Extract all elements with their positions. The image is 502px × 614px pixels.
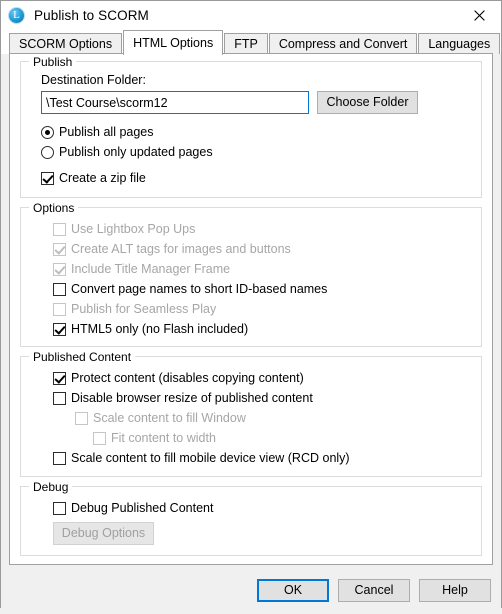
radio-publish-all-pages[interactable]: Publish all pages (41, 122, 471, 142)
radio-indicator[interactable] (41, 125, 54, 139)
checkbox-label: Protect content (disables copying conten… (71, 370, 304, 385)
checkbox-label: Scale content to fill mobile device view… (71, 450, 350, 465)
window-title: Publish to SCORM (34, 7, 149, 23)
checkbox-indicator[interactable] (53, 282, 66, 296)
checkbox-convert-page-names-to-short-id-based-names[interactable]: Convert page names to short ID-based nam… (53, 279, 471, 299)
checkbox-indicator[interactable] (53, 451, 66, 465)
checkbox-indicator (53, 242, 66, 256)
checkbox-create-a-zip-file[interactable]: Create a zip file (41, 169, 471, 187)
title-bar: Publish to SCORM (1, 1, 501, 29)
tab-scorm-options[interactable]: SCORM Options (9, 33, 123, 54)
cancel-button[interactable]: Cancel (338, 578, 410, 602)
ok-button[interactable]: OK (257, 578, 329, 602)
radio-indicator[interactable] (41, 145, 54, 159)
debug-group-legend: Debug (29, 480, 73, 494)
checkbox-label: Create ALT tags for images and buttons (71, 241, 291, 256)
tab-languages[interactable]: Languages (418, 33, 501, 54)
help-button[interactable]: Help (419, 578, 491, 602)
published-content-group: Published Content Protect content (disab… (20, 350, 482, 477)
dialog-footer: OK Cancel Help (1, 566, 501, 614)
checkbox-indicator[interactable] (41, 171, 54, 185)
checkbox-indicator (75, 411, 88, 425)
checkbox-indicator[interactable] (53, 371, 66, 385)
checkbox-label: Create a zip file (59, 170, 146, 185)
checkbox-html5-only-no-flash-included[interactable]: HTML5 only (no Flash included) (53, 319, 471, 339)
checkbox-label: Scale content to fill Window (93, 410, 246, 425)
destination-folder-row: Choose Folder (41, 91, 471, 114)
checkbox-label: Fit content to width (111, 430, 216, 445)
radio-label: Publish only updated pages (59, 144, 213, 159)
checkbox-label: Use Lightbox Pop Ups (71, 221, 196, 236)
checkbox-debug-published-content[interactable]: Debug Published Content (53, 498, 471, 518)
checkbox-include-title-manager-frame: Include Title Manager Frame (53, 259, 471, 279)
checkbox-create-alt-tags-for-images-and-buttons: Create ALT tags for images and buttons (53, 239, 471, 259)
published-content-group-legend: Published Content (29, 350, 136, 364)
checkbox-label: HTML5 only (no Flash included) (71, 321, 249, 336)
checkbox-indicator (53, 302, 66, 316)
checkbox-protect-content[interactable]: Protect content (disables copying conten… (53, 368, 471, 388)
destination-folder-input[interactable] (41, 91, 309, 114)
publish-group: Publish Destination Folder: Choose Folde… (20, 55, 482, 198)
tab-compress-and-convert[interactable]: Compress and Convert (268, 33, 418, 54)
checkbox-label: Include Title Manager Frame (71, 261, 231, 276)
checkbox-disable-browser-resize-of-published-content[interactable]: Disable browser resize of published cont… (53, 388, 471, 408)
checkbox-label: Publish for Seamless Play (71, 301, 217, 316)
checkbox-use-lightbox-pop-ups: Use Lightbox Pop Ups (53, 219, 471, 239)
checkbox-label: Disable browser resize of published cont… (71, 390, 313, 405)
checkbox-scale-content-to-fill-window: Scale content to fill Window (75, 408, 471, 428)
lectora-app-icon (8, 6, 25, 24)
options-group-legend: Options (29, 201, 79, 215)
checkbox-indicator (53, 222, 66, 236)
radio-label: Publish all pages (59, 124, 154, 139)
checkbox-indicator[interactable] (53, 391, 66, 405)
checkbox-publish-for-seamless-play: Publish for Seamless Play (53, 299, 471, 319)
choose-folder-button[interactable]: Choose Folder (317, 91, 418, 114)
html-options-panel: Publish Destination Folder: Choose Folde… (9, 53, 493, 565)
debug-options-button: Debug Options (53, 522, 154, 545)
checkbox-fit-content-to-width: Fit content to width (93, 428, 471, 448)
checkbox-scale-content-to-fill-mobile-device-view[interactable]: Scale content to fill mobile device view… (53, 448, 471, 468)
close-icon[interactable] (457, 1, 501, 29)
checkbox-label: Convert page names to short ID-based nam… (71, 281, 328, 296)
debug-group: Debug Debug Published Content Debug Opti… (20, 480, 482, 556)
checkbox-indicator[interactable] (53, 322, 66, 336)
radio-publish-only-updated-pages[interactable]: Publish only updated pages (41, 142, 471, 162)
checkbox-indicator (93, 431, 106, 445)
checkbox-indicator (53, 262, 66, 276)
tab-ftp[interactable]: FTP (224, 33, 268, 54)
destination-folder-label: Destination Folder: (41, 73, 146, 87)
checkbox-label: Debug Published Content (71, 500, 214, 515)
tab-strip: SCORM Options HTML Options FTP Compress … (1, 29, 501, 55)
tab-panel-wrapper: Publish Destination Folder: Choose Folde… (1, 53, 501, 566)
publish-to-scorm-dialog: Publish to SCORM SCORM Options HTML Opti… (0, 0, 502, 614)
options-group: Options Use Lightbox Pop Ups Create ALT … (20, 201, 482, 347)
tab-html-options[interactable]: HTML Options (123, 30, 224, 55)
publish-group-legend: Publish (29, 55, 77, 69)
checkbox-indicator[interactable] (53, 501, 66, 515)
